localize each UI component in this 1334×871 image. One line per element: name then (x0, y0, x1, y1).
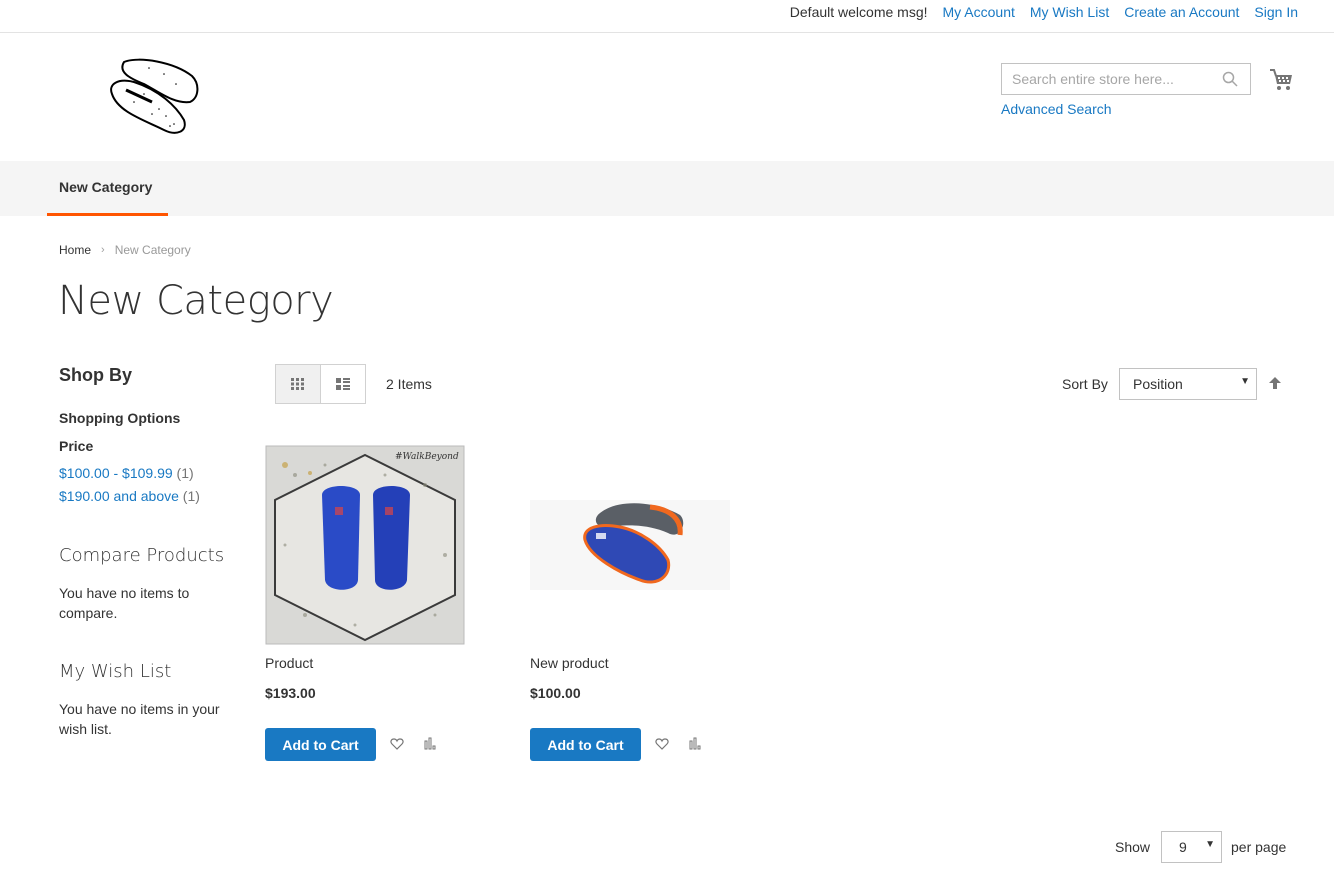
filter-label[interactable]: $100.00 - $109.99 (59, 465, 173, 481)
my-account-link[interactable]: My Account (943, 4, 1015, 20)
nav-item-new-category[interactable]: New Category (47, 161, 168, 216)
heart-icon[interactable] (655, 737, 669, 751)
grid-icon (290, 378, 304, 390)
shop-by-title: Shop By (59, 365, 133, 385)
nav-item-label: New Category (59, 179, 153, 195)
header: Search entire store here... Advanced Sea… (0, 33, 1334, 161)
shopping-options-title: Shopping Options (59, 410, 181, 426)
view-mode-switcher (275, 364, 366, 404)
grid-view-button[interactable] (276, 365, 321, 403)
image-caption: #WalkBeyond (395, 452, 459, 462)
compare-products-title: Compare Products (59, 545, 225, 566)
filter-label[interactable]: $190.00 and above (59, 488, 179, 504)
breadcrumb-separator-icon: › (101, 244, 105, 256)
limiter-value: 9 (1179, 839, 1187, 855)
top-bar: Default welcome msg! My Account My Wish … (0, 0, 1334, 33)
filter-count: (1) (182, 488, 200, 504)
product-name[interactable]: New product (530, 655, 609, 671)
show-label: Show (1115, 839, 1151, 855)
compare-icon[interactable] (688, 737, 702, 751)
per-page-label: per page (1231, 839, 1287, 855)
sign-in-link[interactable]: Sign In (1254, 4, 1298, 20)
filter-count: (1) (176, 465, 194, 481)
search-input[interactable]: Search entire store here... (1001, 63, 1251, 95)
compare-empty-text: You have no items to compare. (59, 585, 190, 621)
my-wish-list-link[interactable]: My Wish List (1030, 4, 1109, 20)
list-view-button[interactable] (321, 365, 366, 403)
breadcrumb-current: New Category (114, 243, 191, 257)
search-placeholder: Search entire store here... (1012, 71, 1174, 87)
product-image[interactable] (530, 445, 730, 645)
price-filter-option[interactable]: $100.00 - $109.99 (1) (59, 465, 194, 481)
welcome-message: Default welcome msg! (789, 4, 928, 20)
add-to-cart-button[interactable]: Add to Cart (530, 728, 641, 761)
sort-by-label: Sort By (1062, 376, 1108, 392)
dropdown-arrow-icon: ▼ (1240, 376, 1250, 387)
wish-list-title: My Wish List (59, 661, 172, 682)
dropdown-arrow-icon: ▼ (1205, 839, 1215, 850)
list-icon (335, 378, 350, 390)
price-filter-option[interactable]: $190.00 and above (1) (59, 488, 200, 504)
items-count: 2 Items (386, 376, 432, 392)
product-name[interactable]: Product (265, 655, 313, 671)
wish-list-empty-text: You have no items in your wish list. (59, 701, 220, 737)
price-filter-title[interactable]: Price (59, 438, 93, 454)
breadcrumb-home[interactable]: Home (59, 243, 91, 257)
product-price: $193.00 (265, 685, 316, 701)
page-title: New Category (58, 278, 334, 324)
breadcrumb: Home › New Category (59, 243, 191, 257)
main-nav: New Category (0, 161, 1334, 216)
sort-direction-arrow-up-icon[interactable] (1268, 376, 1282, 390)
heart-icon[interactable] (390, 737, 404, 751)
logo[interactable] (104, 54, 204, 138)
advanced-search-link[interactable]: Advanced Search (1001, 101, 1112, 117)
add-to-cart-button[interactable]: Add to Cart (265, 728, 376, 761)
shopping-cart-icon[interactable] (1268, 67, 1294, 93)
sort-by-select[interactable]: Position ▼ (1119, 368, 1257, 400)
product-image[interactable]: #WalkBeyond (265, 445, 465, 645)
search-icon[interactable] (1222, 71, 1238, 87)
sort-by-value: Position (1133, 376, 1183, 392)
compare-icon[interactable] (423, 737, 437, 751)
product-price: $100.00 (530, 685, 581, 701)
limiter-select[interactable]: 9 ▼ (1161, 831, 1222, 863)
create-account-link[interactable]: Create an Account (1124, 4, 1239, 20)
